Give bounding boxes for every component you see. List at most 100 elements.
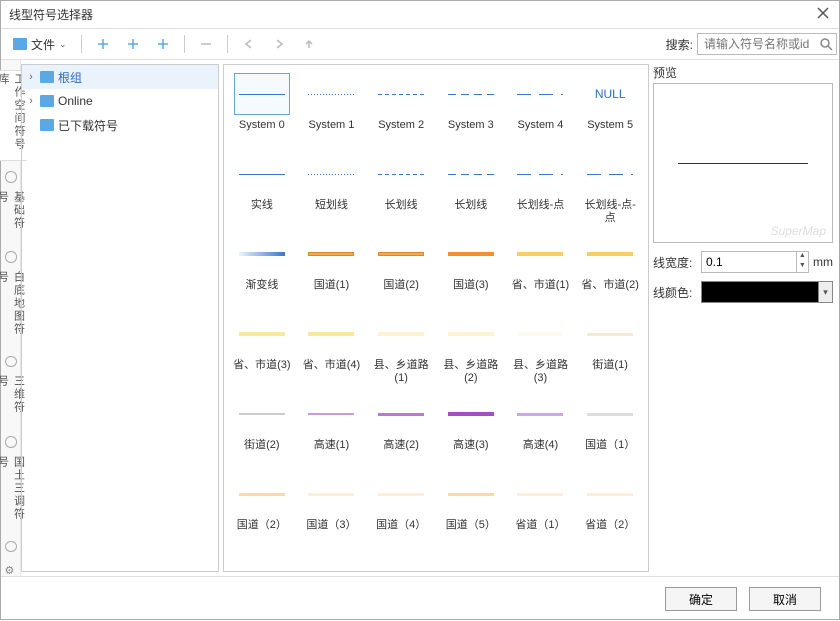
symbol-item[interactable]: 长划线-点 [507,153,575,227]
add-alt2-button[interactable] [150,33,176,55]
symbol-label: 国道(3) [441,279,501,307]
symbol-item[interactable]: 长划线 [437,153,505,227]
symbol-item[interactable]: 县、乡道路(3) [507,313,575,387]
tree-item-downloaded[interactable]: 已下载符号 [22,113,218,137]
symbol-item[interactable]: 街道(2) [228,393,296,467]
right-panel: 预览 SuperMap 线宽度: ▲▼ mm 线颜色: ▾ [653,64,833,572]
add-button[interactable] [90,33,116,55]
symbol-grid-wrap[interactable]: System 0System 1System 2System 3System 4… [223,64,649,572]
line-preview [587,333,633,336]
symbol-label: 国道（3） [301,519,361,547]
symbol-label: 省道（2） [580,519,640,547]
line-preview [587,252,633,256]
expand-icon[interactable]: › [26,71,36,83]
symbol-label: 县、乡道路(2) [441,359,501,387]
symbol-thumb [373,313,429,355]
symbol-label: System 4 [510,119,570,147]
symbol-item[interactable]: 高速(3) [437,393,505,467]
expand-icon[interactable]: › [26,95,36,107]
vtab-icon [5,436,17,447]
symbol-item[interactable]: 实线 [228,153,296,227]
symbol-item[interactable]: System 0 [228,73,296,147]
width-input[interactable] [702,252,796,272]
back-button[interactable] [236,33,262,55]
folder-icon [13,38,27,50]
line-preview [308,493,354,496]
symbol-item[interactable]: System 1 [298,73,366,147]
symbol-item[interactable]: System 3 [437,73,505,147]
tree-item-online[interactable]: › Online [22,89,218,113]
line-preview [378,413,424,416]
gear-icon[interactable]: ⚙ [5,564,17,576]
remove-button[interactable] [193,33,219,55]
symbol-label: 渐变线 [232,279,292,307]
symbol-item[interactable]: 国道（1） [576,393,644,467]
search-icon[interactable] [819,37,833,51]
symbol-thumb [373,393,429,435]
symbol-item[interactable]: 县、乡道路(1) [367,313,435,387]
symbol-item[interactable]: 高速(1) [298,393,366,467]
spin-up-icon[interactable]: ▲ [797,252,808,262]
symbol-item[interactable]: 省、市道(1) [507,233,575,307]
symbol-item[interactable]: 国道（5） [437,473,505,547]
symbol-label: 省道（1） [510,519,570,547]
symbol-item[interactable]: 街道(1) [576,313,644,387]
line-preview [517,94,563,95]
line-preview [308,94,354,95]
line-preview [517,332,563,336]
null-label: NULL [595,87,626,101]
symbol-item[interactable]: 省道（2） [576,473,644,547]
symbol-item[interactable]: 国道（4） [367,473,435,547]
symbol-thumb [303,393,359,435]
symbol-thumb [512,473,568,515]
tree-item-root[interactable]: › 根组 [22,65,218,89]
symbol-item[interactable]: 高速(2) [367,393,435,467]
file-menu[interactable]: 文件 ⌄ [7,33,73,55]
spin-down-icon[interactable]: ▼ [797,262,808,272]
symbol-item[interactable]: 国道（3） [298,473,366,547]
symbol-item[interactable]: 省道（1） [507,473,575,547]
symbol-item[interactable]: 国道(2) [367,233,435,307]
symbol-label: System 0 [232,119,292,147]
symbol-item[interactable]: 长划线 [367,153,435,227]
symbol-item[interactable]: 国道(3) [437,233,505,307]
symbol-item[interactable]: NULLSystem 5 [576,73,644,147]
up-button[interactable] [296,33,322,55]
symbol-item[interactable]: 短划线 [298,153,366,227]
symbol-label: System 2 [371,119,431,147]
line-preview [239,493,285,496]
folder-icon [40,95,54,107]
symbol-item[interactable]: 高速(4) [507,393,575,467]
ok-button[interactable]: 确定 [665,587,737,611]
symbol-label: 国道(2) [371,279,431,307]
symbol-item[interactable]: 长划线-点-点 [576,153,644,227]
symbol-item[interactable]: 国道（2） [228,473,296,547]
symbol-thumb [234,473,290,515]
preview-line [678,163,808,164]
width-spinner[interactable]: ▲▼ [701,251,809,273]
symbol-item[interactable]: 县、乡道路(2) [437,313,505,387]
color-swatch[interactable]: ▾ [701,281,833,303]
symbol-thumb [582,473,638,515]
watermark: SuperMap [771,224,826,238]
search-input[interactable] [697,33,837,55]
symbol-thumb [582,233,638,275]
close-icon[interactable] [815,5,831,24]
symbol-item[interactable]: 省、市道(4) [298,313,366,387]
symbol-item[interactable]: 省、市道(2) [576,233,644,307]
forward-button[interactable] [266,33,292,55]
add-alt1-button[interactable] [120,33,146,55]
cancel-button[interactable]: 取消 [749,587,821,611]
chevron-down-icon[interactable]: ▾ [818,282,832,302]
symbol-item[interactable]: 渐变线 [228,233,296,307]
symbol-thumb [303,73,359,115]
line-preview [239,413,285,415]
width-unit: mm [813,255,833,269]
symbol-item[interactable]: 省、市道(3) [228,313,296,387]
symbol-thumb [303,233,359,275]
symbol-label: 街道(1) [580,359,640,387]
symbol-item[interactable]: System 4 [507,73,575,147]
symbol-item[interactable]: System 2 [367,73,435,147]
symbol-item[interactable]: 国道(1) [298,233,366,307]
symbol-thumb [443,153,499,195]
